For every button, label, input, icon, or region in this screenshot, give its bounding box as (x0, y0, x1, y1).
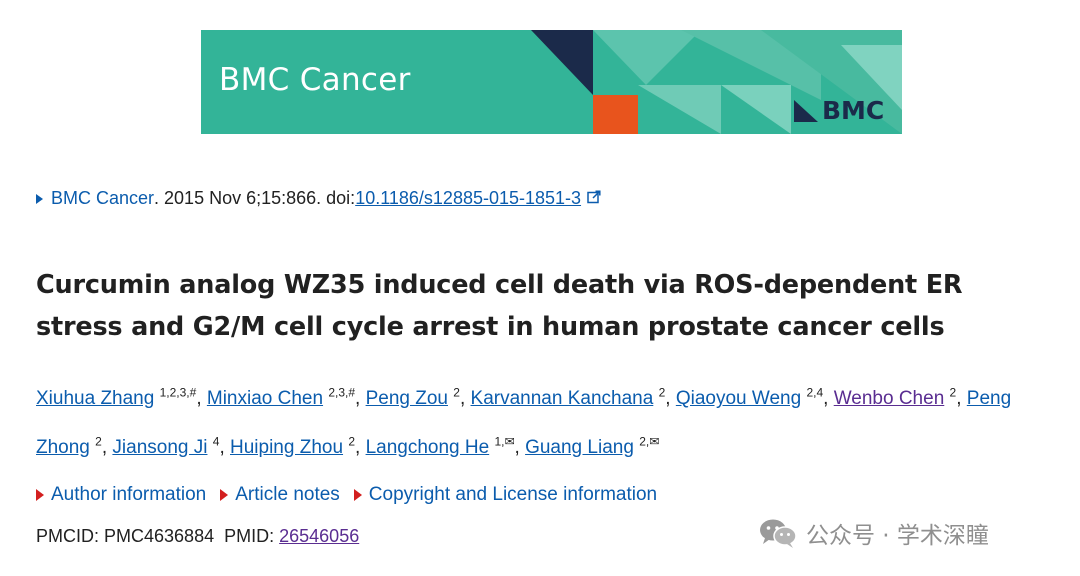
author-name-link[interactable]: Wenbo Chen (834, 388, 945, 409)
author-separator: , (101, 436, 113, 458)
author-separator: , (956, 388, 967, 410)
pmcid-label: PMCID: (36, 526, 105, 546)
author-separator: , (196, 388, 207, 410)
caret-right-icon (220, 489, 229, 501)
author-name-link[interactable]: Qiaoyou Weng (676, 388, 801, 409)
author-affiliation-sup: 1,✉ (494, 434, 515, 449)
author-affiliation-sup: 2 (95, 434, 102, 449)
author-separator: , (665, 388, 676, 410)
author-affiliation-sup: 2 (348, 434, 355, 449)
citation-line: BMC Cancer . 2015 Nov 6;15:866. doi: 10.… (36, 188, 601, 209)
watermark: 公众号 · 学术深瞳 (758, 516, 989, 550)
author-name-link[interactable]: Jiansong Ji (112, 437, 207, 458)
author-item: Guang Liang 2,✉ (525, 434, 660, 458)
copyright-license-toggle[interactable]: Copyright and License information (353, 484, 658, 506)
author-item: Wenbo Chen 2, (834, 386, 967, 410)
author-item: Jiansong Ji 4, (112, 434, 230, 458)
author-affiliation-sup: 2,4 (806, 386, 824, 400)
author-list: Xiuhua Zhang 1,2,3,#, Minxiao Chen 2,3,#… (36, 372, 1046, 469)
banner-journal-title: BMC Cancer (219, 62, 411, 98)
watermark-text: 公众号 · 学术深瞳 (806, 523, 989, 549)
pmcid-value: PMC4636884 (104, 526, 215, 546)
author-affiliation-sup: 2,✉ (639, 434, 660, 449)
author-name-link[interactable]: Minxiao Chen (207, 388, 323, 409)
article-ids: PMCID: PMC4636884 PMID: 26546056 (36, 526, 359, 547)
author-name-link[interactable]: Guang Liang (525, 437, 634, 458)
author-item: Qiaoyou Weng 2,4, (676, 386, 834, 410)
author-name-link[interactable]: Xiuhua Zhang (36, 388, 154, 409)
author-separator: , (355, 388, 366, 410)
author-item: Peng Zou 2, (366, 386, 471, 410)
author-information-toggle[interactable]: Author information (36, 484, 206, 506)
author-separator: , (823, 388, 834, 410)
author-affiliation-sup: 2 (453, 386, 460, 400)
pmid-link[interactable]: 26546056 (279, 526, 359, 546)
pmid-label: PMID: (224, 526, 280, 546)
info-toggles: Author information Article notes Copyrig… (36, 484, 671, 506)
author-item: Karvannan Kanchana 2, (471, 386, 676, 410)
author-information-label: Author information (51, 484, 207, 505)
author-separator: , (514, 436, 526, 458)
author-separator: , (355, 436, 366, 458)
author-item: Minxiao Chen 2,3,#, (207, 386, 366, 410)
author-affiliation-sup: 1,2,3,# (159, 386, 197, 400)
author-item: Xiuhua Zhang 1,2,3,#, (36, 386, 207, 410)
journal-link[interactable]: BMC Cancer (51, 188, 154, 209)
author-separator: , (219, 436, 230, 458)
author-item: Langchong He 1,✉, (366, 434, 526, 458)
article-title: Curcumin analog WZ35 induced cell death … (36, 270, 963, 342)
caret-right-icon (36, 489, 44, 501)
citation-details: . 2015 Nov 6;15:866. doi: (154, 188, 356, 208)
bmc-logo: BMC (794, 96, 884, 125)
bmc-logo-icon (794, 99, 818, 122)
author-separator: , (459, 388, 471, 410)
author-name-link[interactable]: Peng Zou (366, 388, 448, 409)
caret-right-icon (353, 489, 362, 501)
bmc-logo-text: BMC (822, 96, 885, 125)
article-notes-label: Article notes (235, 484, 340, 505)
author-name-link[interactable]: Huiping Zhou (230, 437, 343, 458)
author-affiliation-sup: 2,3,# (328, 386, 356, 400)
copyright-license-label: Copyright and License information (368, 484, 658, 505)
journal-banner[interactable]: BMC Cancer BMC (201, 30, 902, 134)
external-link-icon[interactable] (587, 188, 601, 209)
author-item: Huiping Zhou 2, (230, 434, 366, 458)
wechat-icon (760, 519, 797, 548)
caret-right-icon (36, 193, 43, 204)
author-name-link[interactable]: Langchong He (366, 437, 490, 458)
author-name-link[interactable]: Karvannan Kanchana (471, 388, 654, 409)
article-notes-toggle[interactable]: Article notes (220, 484, 340, 506)
doi-link[interactable]: 10.1186/s12885-015-1851-3 (355, 188, 581, 209)
